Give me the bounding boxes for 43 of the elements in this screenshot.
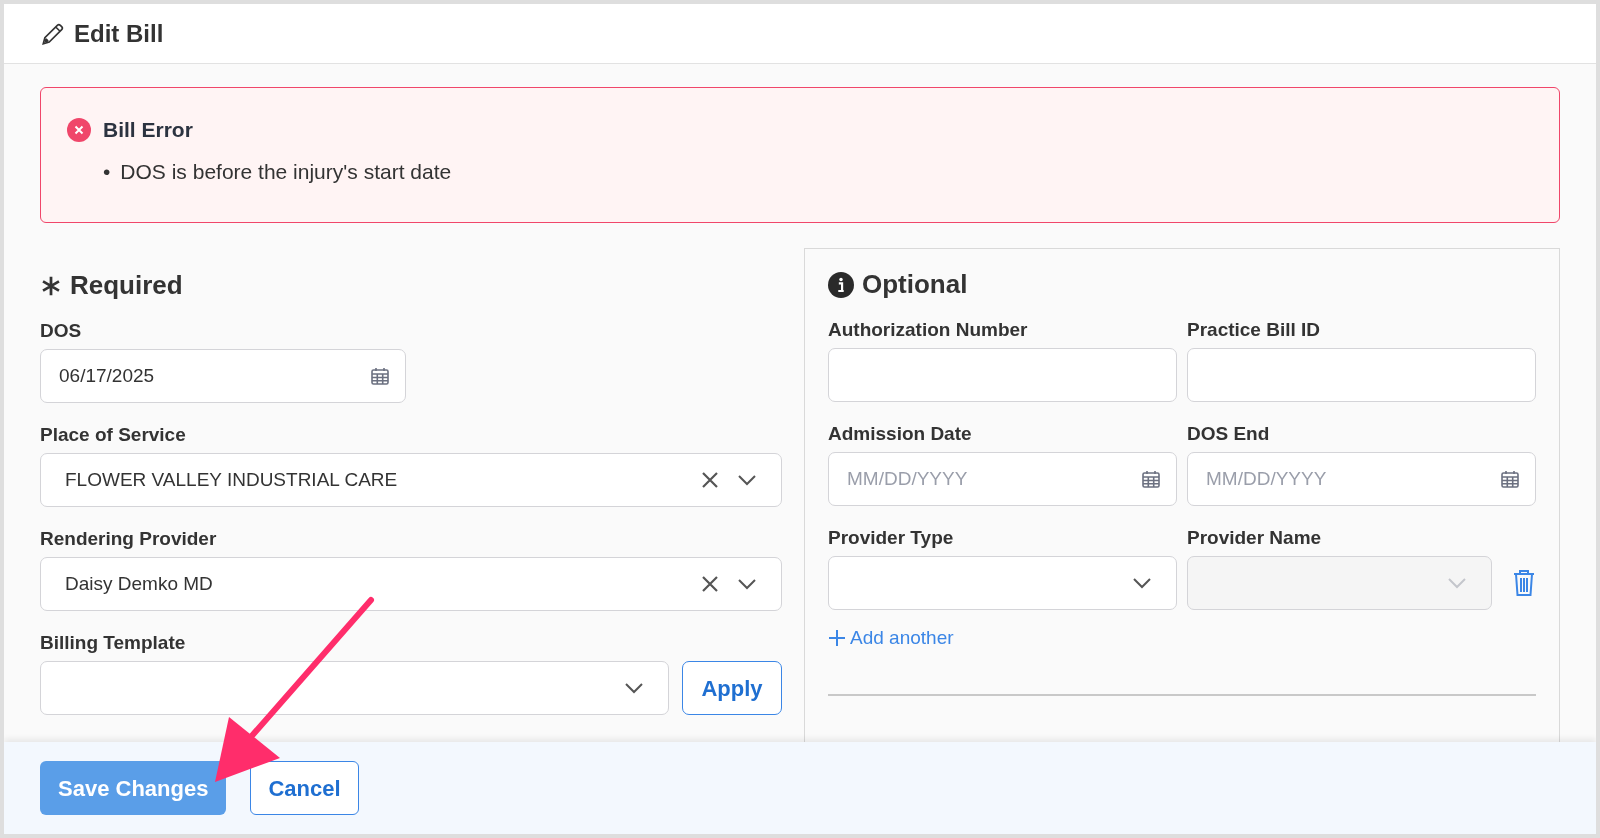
date-field[interactable]: MM/DD/YYYY xyxy=(1187,452,1536,506)
dialog-title: Edit Bill xyxy=(74,18,164,49)
chevron-down-icon xyxy=(737,474,757,486)
field-label: DOS xyxy=(40,319,83,343)
field-label: Billing Template xyxy=(40,631,187,655)
add-another-link[interactable]: Add another xyxy=(828,624,954,653)
date-field[interactable]: 06/17/2025 xyxy=(40,349,406,403)
error-icon xyxy=(67,117,91,142)
text-field[interactable] xyxy=(1187,348,1536,402)
chevron-down-icon xyxy=(1132,577,1152,589)
bullet: • xyxy=(103,158,111,185)
info-icon xyxy=(828,271,854,298)
save-button[interactable]: Save Changes xyxy=(40,761,227,815)
section-heading: Optional xyxy=(862,268,968,301)
dropdown[interactable] xyxy=(40,661,669,715)
plus-icon xyxy=(828,629,846,648)
field-label: DOS End xyxy=(1187,422,1271,446)
field-label: Place of Service xyxy=(40,423,187,447)
calendar-icon xyxy=(370,366,390,386)
field-label: Provider Name xyxy=(1187,526,1323,550)
section-heading: Required xyxy=(70,269,183,302)
error-title: Bill Error xyxy=(103,117,193,143)
chevron-down-icon xyxy=(737,578,757,590)
chevron-down-icon xyxy=(624,682,644,694)
date-field[interactable]: MM/DD/YYYY xyxy=(828,452,1177,506)
error-message: DOS is before the injury's start date xyxy=(120,158,452,185)
field-label: Rendering Provider xyxy=(40,527,218,551)
calendar-icon xyxy=(1141,469,1161,489)
clear-icon[interactable] xyxy=(701,575,719,593)
chevron-down-icon xyxy=(1447,577,1467,589)
clear-icon[interactable] xyxy=(701,471,719,489)
field-label: Authorization Number xyxy=(828,318,1029,342)
dropdown[interactable]: FLOWER VALLEY INDUSTRIAL CARE xyxy=(40,453,782,507)
asterisk-icon xyxy=(40,274,62,297)
text-field[interactable] xyxy=(828,348,1177,402)
apply-button[interactable]: Apply xyxy=(682,661,782,715)
dropdown[interactable] xyxy=(828,556,1177,610)
cancel-button[interactable]: Cancel xyxy=(250,761,359,815)
calendar-icon xyxy=(1500,469,1520,489)
field-label: Provider Type xyxy=(828,526,955,550)
dropdown[interactable]: Daisy Demko MD xyxy=(40,557,782,611)
field-label: Admission Date xyxy=(828,422,973,446)
field-label: Practice Bill ID xyxy=(1187,318,1322,342)
